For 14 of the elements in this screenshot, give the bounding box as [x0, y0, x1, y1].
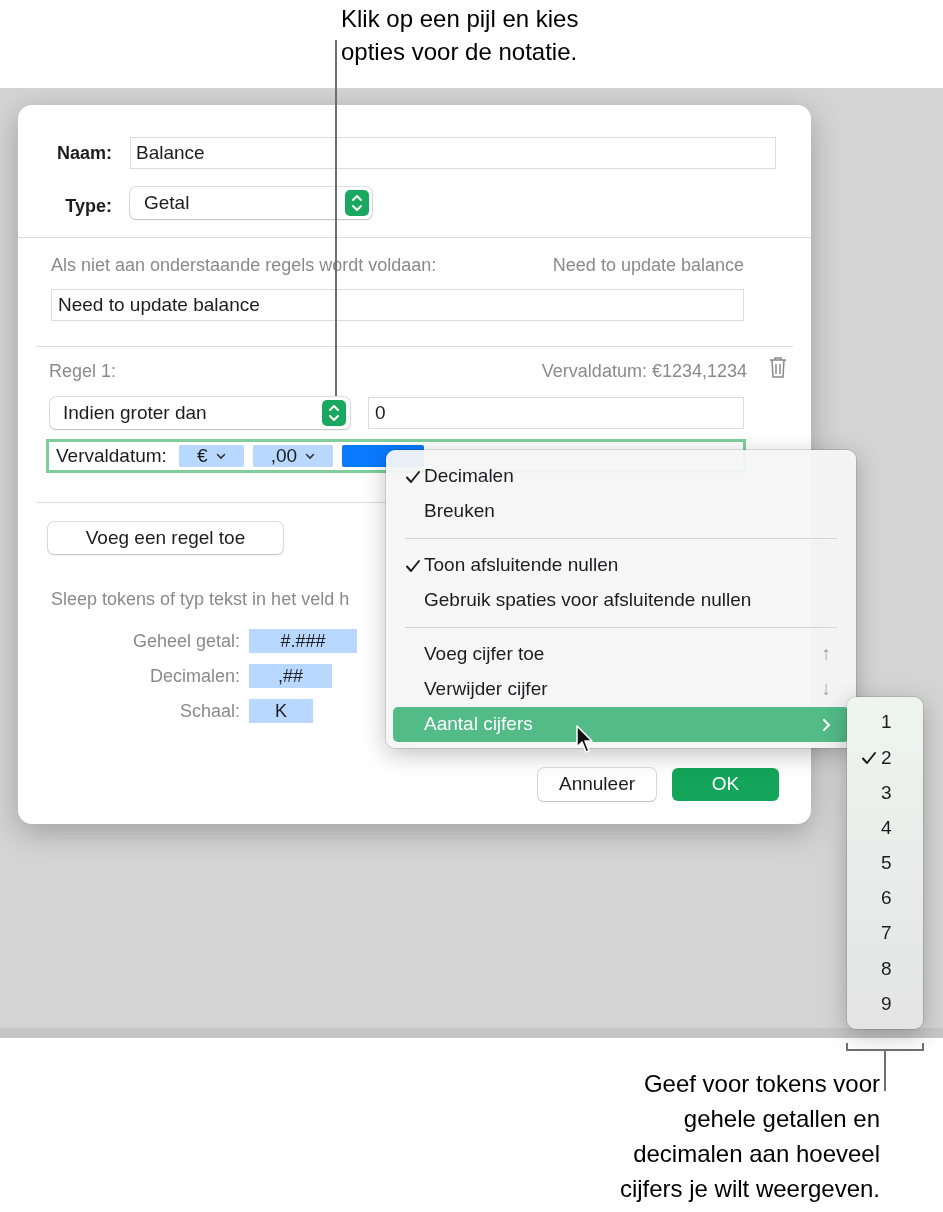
field-label: Type:: [64, 194, 112, 218]
shortcut-arrow: ↓: [821, 677, 832, 702]
callout-text: Geef voor tokens voor gehele getallen en decimalen aan hoeveel cijfers je wilt weergeven.: [619, 1069, 880, 1204]
shortcut-arrow: ↑: [821, 642, 832, 667]
token-label: Decimalen:: [148, 664, 240, 688]
hint-text: Sleep tokens of typ tekst in het veld h: [51, 588, 350, 608]
format-label: Vervaldatum:: [56, 443, 167, 468]
field-label: Naam:: [55, 141, 112, 165]
rule-title: Regel 1:: [49, 359, 117, 383]
message-preview: Need to update balance: [552, 254, 744, 274]
token-label: Schaal:: [178, 699, 240, 723]
token-label: Geheel getal:: [131, 629, 240, 653]
rule-preview: Vervaldatum: €1234,1234: [541, 359, 747, 383]
callout-text: Klik op een pijl en kies opties voor de notatie.: [341, 4, 579, 67]
